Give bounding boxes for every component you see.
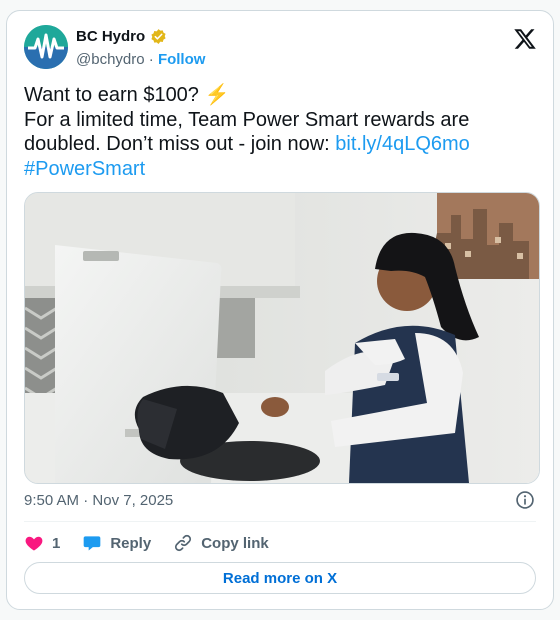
laundry-photo-icon (25, 193, 539, 483)
copy-link-label: Copy link (201, 534, 269, 552)
verified-badge-icon (151, 29, 166, 44)
tweet-date: Nov 7, 2025 (92, 492, 174, 509)
tweet-line-3: #PowerSmart (24, 157, 534, 182)
heart-icon (25, 536, 43, 551)
tweet-headline: Want to earn $100? (24, 84, 199, 106)
handle-separator: · (148, 51, 154, 68)
divider (24, 521, 536, 522)
author-handle-row: @bchydro · Follow (76, 51, 205, 68)
tweet-text: Want to earn $100? ⚡ For a limited time,… (24, 83, 534, 181)
tweet-timestamp[interactable]: 9:50 AM · Nov 7, 2025 (24, 492, 173, 509)
tweet-time: 9:50 AM (24, 492, 80, 509)
meta-separator: · (83, 492, 89, 509)
reply-label: Reply (110, 534, 152, 552)
read-more-button[interactable]: Read more on X (24, 562, 536, 594)
hashtag-link[interactable]: #PowerSmart (24, 158, 145, 180)
link-chain-icon (175, 534, 192, 552)
like-count: 1 (52, 534, 61, 552)
tweet-media-photo[interactable] (24, 192, 540, 484)
x-logo-icon[interactable] (513, 27, 537, 51)
embedded-tweet-card: BC Hydro @bchydro · Follow Want to earn … (6, 10, 554, 610)
author-display-name[interactable]: BC Hydro (76, 28, 145, 45)
avatar[interactable] (24, 25, 68, 69)
reply-button[interactable]: Reply (82, 533, 151, 553)
like-button[interactable]: 1 (24, 533, 60, 553)
tweet-line-2: For a limited time, Team Power Smart rew… (24, 108, 534, 157)
reply-bubble-icon (84, 536, 101, 551)
author-handle[interactable]: @bchydro (76, 51, 145, 68)
tweet-link[interactable]: bit.ly/4qLQ6mo (335, 133, 470, 155)
copy-link-button[interactable]: Copy link (173, 533, 269, 553)
tweet-line-1: Want to earn $100? ⚡ (24, 83, 534, 108)
tweet-actions: 1 Reply Copy link (24, 530, 291, 556)
bc-hydro-logo-icon (24, 25, 68, 69)
info-icon[interactable] (515, 490, 535, 510)
follow-button[interactable]: Follow (158, 51, 206, 68)
author-name-row: BC Hydro (76, 28, 167, 45)
lightning-emoji-icon: ⚡ (204, 84, 230, 106)
